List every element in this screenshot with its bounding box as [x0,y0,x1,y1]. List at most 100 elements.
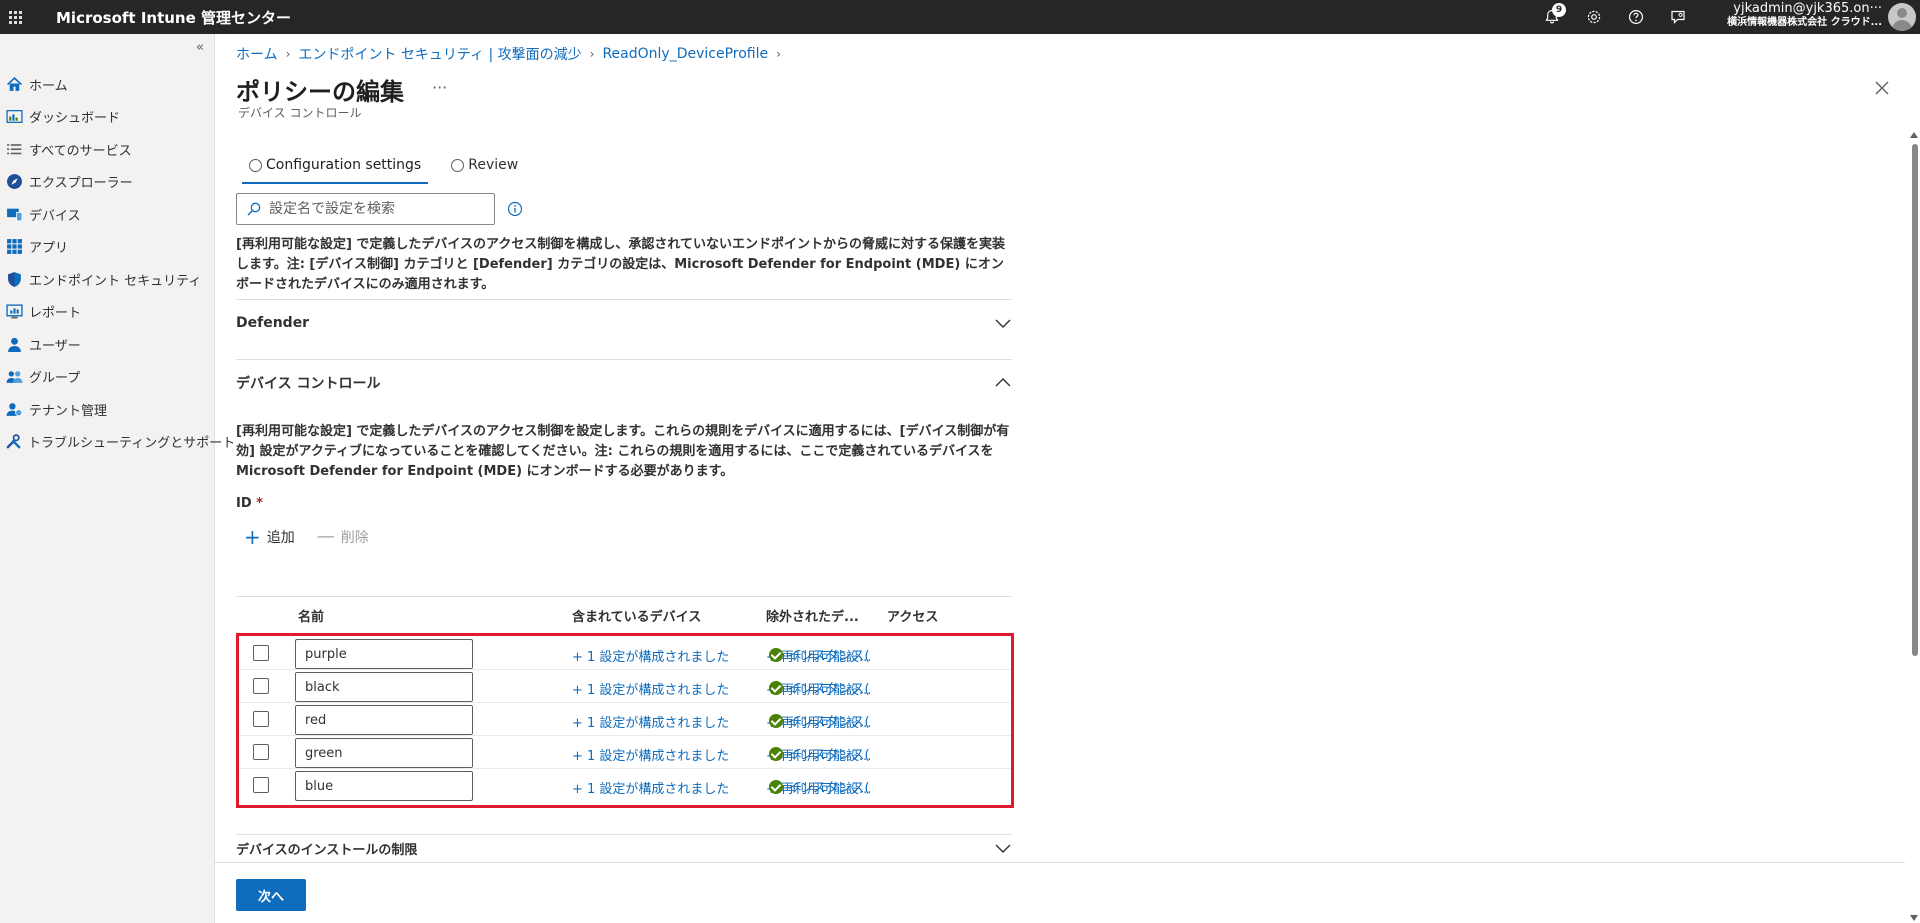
sidebar-item-groups[interactable]: グループ [0,361,214,394]
account-info[interactable]: yjkadmin@yjk365.on··· 横浜情報機器株式会社 クラウド... [1727,2,1882,30]
step-radio-icon [249,158,262,172]
settings-button[interactable] [1584,7,1604,27]
next-button[interactable]: 次へ [236,879,306,911]
add-button[interactable]: + 追加 [244,527,295,547]
page-title: ポリシーの編集 [236,78,404,106]
notifications-button[interactable]: 9 [1542,3,1566,27]
tab-label: Configuration settings [266,157,422,173]
access-link[interactable]: インスタンス( [769,645,1011,664]
breadcrumb-profile[interactable]: ReadOnly_DeviceProfile [602,46,768,62]
more-options-button[interactable]: ··· [432,78,447,97]
sidebar-item-label: レポート [29,306,82,322]
app-launcher-button[interactable] [0,0,30,34]
column-header-excluded: 除外されたデ... [766,610,859,625]
breadcrumb-separator-icon: › [776,47,781,61]
footer-bar: 次へ [215,862,1905,923]
info-icon[interactable] [507,201,523,217]
product-title[interactable]: Microsoft Intune 管理センター [56,7,291,28]
access-link[interactable]: インスタンス( [769,711,1011,730]
avatar[interactable] [1888,3,1916,31]
chevron-up-icon [995,378,1011,387]
row-checkbox[interactable] [253,744,269,760]
sidebar-item-label: ホーム [29,78,68,94]
main-content: ホーム › エンドポイント セキュリティ | 攻撃面の減少 › ReadOnly… [215,34,1920,923]
row-checkbox[interactable] [253,678,269,694]
access-link[interactable]: インスタンス( [769,777,1011,796]
settings-search-box [236,193,495,225]
tab-review[interactable]: Review [447,146,522,184]
sidebar-item-label: アプリ [29,241,69,257]
wrench-icon [5,433,22,451]
sidebar-item-label: エクスプローラー [29,176,133,192]
included-devices-link[interactable]: + 1 設定が構成されました [572,646,729,665]
breadcrumb: ホーム › エンドポイント セキュリティ | 攻撃面の減少 › ReadOnly… [236,44,789,64]
check-circle-icon [769,746,783,761]
chevron-down-icon [995,319,1011,328]
sidebar-item-label: トラブルシューティングとサポート [28,436,236,452]
highlighted-rows: + 1 設定が構成されました + 再利用可能設... インスタンス( + 1 設… [236,633,1014,808]
sidebar-item-apps[interactable]: アプリ [0,231,214,264]
scroll-thumb[interactable] [1912,144,1918,656]
row-name-input[interactable] [295,705,473,735]
close-button[interactable] [1870,76,1894,100]
included-devices-link[interactable]: + 1 設定が構成されました [572,712,729,731]
section-device-control[interactable]: デバイス コントロール [236,360,1012,406]
sidebar-item-reports[interactable]: レポート [0,296,214,329]
sidebar-item-dashboard[interactable]: ダッシュボード [0,101,214,134]
scroll-up-icon[interactable] [1910,132,1918,138]
search-input[interactable] [269,201,479,217]
tab-configuration-settings[interactable]: Configuration settings [241,146,429,184]
sidebar-item-tenant-admin[interactable]: テナント管理 [0,393,214,426]
included-devices-link[interactable]: + 1 設定が構成されました [572,745,729,764]
sidebar-item-explorer[interactable]: エクスプローラー [0,166,214,199]
minus-icon: — [316,526,335,547]
notification-count-badge: 9 [1552,3,1566,17]
table-row: + 1 設定が構成されました + 再利用可能設... インスタンス( [239,736,1011,769]
feedback-button[interactable] [1668,7,1688,27]
access-text: インスタンス( [787,748,870,763]
row-name-input[interactable] [295,738,473,768]
list-icon [5,140,23,158]
explorer-icon [5,173,23,191]
sidebar-item-troubleshooting[interactable]: トラブルシューティングとサポート [0,426,235,459]
required-mark: * [256,496,263,511]
section-install-restriction[interactable]: デバイスのインストールの制限 [236,835,1012,861]
access-link[interactable]: インスタンス( [769,744,1011,763]
table-row: + 1 設定が構成されました + 再利用可能設... インスタンス( [239,769,1011,802]
search-icon [247,202,261,216]
row-checkbox[interactable] [253,777,269,793]
account-name: yjkadmin@yjk365.on··· [1733,1,1882,16]
sidebar-item-home[interactable]: ホーム [0,68,214,101]
row-checkbox[interactable] [253,645,269,661]
sidebar-item-endpoint-security[interactable]: エンドポイント セキュリティ [0,263,214,296]
row-name-input[interactable] [295,639,473,669]
breadcrumb-home[interactable]: ホーム [236,44,278,64]
included-devices-link[interactable]: + 1 設定が構成されました [572,778,729,797]
group-icon [5,368,23,386]
sidebar-item-users[interactable]: ユーザー [0,328,214,361]
waffle-icon [8,10,22,24]
scroll-down-icon[interactable] [1910,915,1918,921]
chevron-down-icon [995,844,1011,853]
vertical-scrollbar[interactable] [1910,130,1920,923]
section-defender[interactable]: Defender [236,300,1012,346]
collapse-sidebar-button[interactable]: « [196,40,204,55]
access-link[interactable]: インスタンス( [769,678,1011,697]
column-header-access: アクセス [887,610,939,625]
column-header-name: 名前 [298,610,325,625]
sidebar-item-devices[interactable]: デバイス [0,198,214,231]
section-title: Defender [236,315,310,331]
sidebar-item-all-services[interactable]: すべてのサービス [0,133,214,166]
row-name-input[interactable] [295,771,473,801]
breadcrumb-endpoint-security[interactable]: エンドポイント セキュリティ | 攻撃面の減少 [298,44,581,64]
included-devices-link[interactable]: + 1 設定が構成されました [572,679,729,698]
dashboard-icon [5,108,23,126]
row-name-input[interactable] [295,672,473,702]
table-row: + 1 設定が構成されました + 再利用可能設... インスタンス( [239,637,1011,670]
delete-button[interactable]: — 削除 [317,526,369,547]
table-row: + 1 設定が構成されました + 再利用可能設... インスタンス( [239,703,1011,736]
row-checkbox[interactable] [253,711,269,727]
help-button[interactable] [1626,7,1646,27]
sidebar-item-label: テナント管理 [29,403,108,419]
policy-description: [再利用可能な設定] で定義したデバイスのアクセス制御を構成し、承認されていない… [236,237,1005,292]
